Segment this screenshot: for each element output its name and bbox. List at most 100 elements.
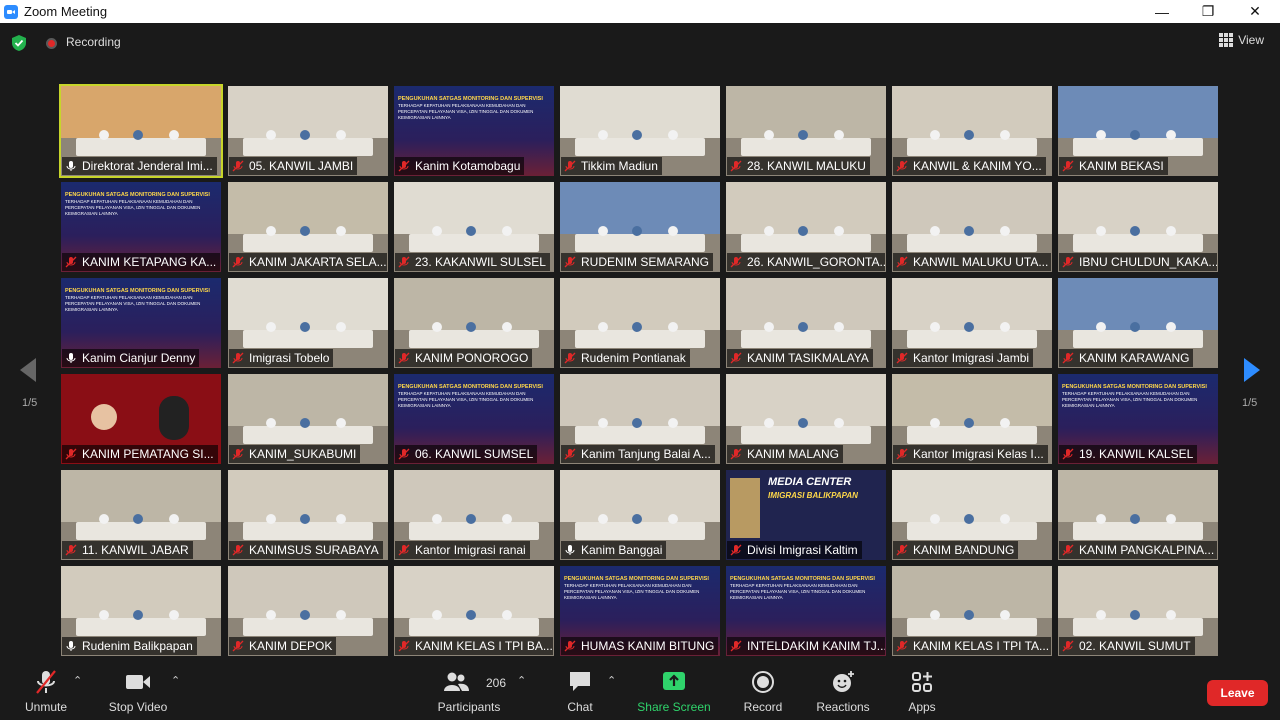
participant-video-tile[interactable]: 26. KANWIL_GORONTA...	[726, 182, 886, 272]
participant-video-tile[interactable]: IBNU CHULDUN_KAKA...	[1058, 182, 1218, 272]
participant-name-label: Kanim Tanjung Balai A...	[561, 445, 715, 463]
window-title: Zoom Meeting	[24, 4, 108, 19]
participant-video-tile[interactable]: PENGUKUHAN SATGAS MONITORING DAN SUPERVI…	[726, 566, 886, 656]
participant-video-tile[interactable]: Direktorat Jenderal Imi...	[59, 84, 223, 178]
participant-video-tile[interactable]: PENGUKUHAN SATGAS MONITORING DAN SUPERVI…	[1058, 374, 1218, 464]
participant-video-tile[interactable]: Imigrasi Tobelo	[228, 278, 388, 368]
participant-video-tile[interactable]: KANIM TASIKMALAYA	[726, 278, 886, 368]
participant-video-tile[interactable]: Kanim Banggai	[560, 470, 720, 560]
previous-page-arrow-icon[interactable]	[16, 355, 40, 385]
participant-video-tile[interactable]: KANWIL MALUKU UTA...	[892, 182, 1052, 272]
presentation-slide-header: PENGUKUHAN SATGAS MONITORING DAN SUPERVI…	[564, 576, 709, 600]
participant-video-tile[interactable]: KANIM PONOROGO	[394, 278, 554, 368]
participant-video-tile[interactable]: KANIM DEPOK	[228, 566, 388, 656]
unmute-button[interactable]: Unmute	[18, 660, 74, 720]
next-page-arrow-icon[interactable]	[1240, 355, 1264, 385]
microphone-muted-icon	[232, 640, 244, 652]
participant-video-tile[interactable]: KANIM PEMATANG SI...	[61, 374, 221, 464]
video-camera-icon	[126, 675, 150, 689]
participant-video-tile[interactable]: KANIM PANGKALPINA...	[1058, 470, 1218, 560]
participant-name-label: Divisi Imigrasi Kaltim	[727, 541, 862, 559]
participant-video-tile[interactable]: Tikkim Madiun	[560, 86, 720, 176]
view-button[interactable]: View	[1219, 33, 1264, 47]
participant-video-tile[interactable]: 28. KANWIL MALUKU	[726, 86, 886, 176]
leave-button[interactable]: Leave	[1207, 680, 1268, 706]
participant-video-tile[interactable]: KANIM MALANG	[726, 374, 886, 464]
record-button[interactable]: Record	[740, 660, 786, 720]
zoom-app-icon	[4, 4, 18, 19]
participant-video-tile[interactable]: 23. KAKANWIL SULSEL	[394, 182, 554, 272]
participant-video-tile[interactable]: Rudenim Pontianak	[560, 278, 720, 368]
microphone-muted-icon	[1062, 544, 1074, 556]
participants-options-caret-icon[interactable]: ⌃	[517, 674, 526, 687]
reactions-button[interactable]: Reactions	[814, 660, 872, 720]
participant-name-label: KANIM JAKARTA SELA...	[229, 253, 387, 271]
participant-video-tile[interactable]: Kantor Imigrasi ranai	[394, 470, 554, 560]
participant-video-tile[interactable]: Rudenim Balikpapan	[61, 566, 221, 656]
minimize-icon[interactable]: —	[1139, 0, 1185, 23]
microphone-muted-icon	[896, 256, 908, 268]
participant-video-tile[interactable]: KANIM_SUKABUMI	[228, 374, 388, 464]
microphone-muted-icon	[564, 640, 576, 652]
recording-indicator-icon	[46, 38, 57, 49]
participants-button[interactable]: Participants	[434, 660, 504, 720]
participant-video-tile[interactable]: KANWIL & KANIM YO...	[892, 86, 1052, 176]
participant-name-label: Kantor Imigrasi Jambi	[893, 349, 1034, 367]
participant-video-tile[interactable]: Kanim Tanjung Balai A...	[560, 374, 720, 464]
participant-name-label: 06. KANWIL SUMSEL	[395, 445, 538, 463]
participant-name-label: Rudenim Balikpapan	[62, 637, 197, 655]
participant-video-tile[interactable]: PENGUKUHAN SATGAS MONITORING DAN SUPERVI…	[61, 278, 221, 368]
participant-name-label: KANIM PONOROGO	[395, 349, 533, 367]
participant-count: 206	[486, 676, 507, 690]
participant-name-label: KANWIL MALUKU UTA...	[893, 253, 1051, 271]
participant-video-tile[interactable]: Kantor Imigrasi Kelas I...	[892, 374, 1052, 464]
participant-name-label: 05. KANWIL JAMBI	[229, 157, 358, 175]
participant-video-tile[interactable]: KANIM KELAS I TPI BA...	[394, 566, 554, 656]
participant-video-tile[interactable]: 05. KANWIL JAMBI	[228, 86, 388, 176]
security-shield-icon[interactable]	[11, 34, 27, 52]
participant-video-tile[interactable]: KANIM BEKASI	[1058, 86, 1218, 176]
participant-video-tile[interactable]: KANIMSUS SURABAYA	[228, 470, 388, 560]
participant-name-label: HUMAS KANIM BITUNG	[561, 637, 719, 655]
restore-icon[interactable]: ❐	[1185, 0, 1231, 23]
share-screen-button[interactable]: Share Screen	[634, 660, 714, 720]
close-icon[interactable]: ✕	[1232, 0, 1278, 23]
microphone-muted-icon	[1062, 448, 1074, 460]
participant-name-label: Imigrasi Tobelo	[229, 349, 334, 367]
microphone-muted-icon	[398, 352, 410, 364]
participant-name-label: KANIM BEKASI	[1059, 157, 1168, 175]
participant-video-tile[interactable]: PENGUKUHAN SATGAS MONITORING DAN SUPERVI…	[560, 566, 720, 656]
share-screen-label: Share Screen	[637, 700, 711, 714]
participant-video-tile[interactable]: KANIM KELAS I TPI TA...	[892, 566, 1052, 656]
participant-video-tile[interactable]: PENGUKUHAN SATGAS MONITORING DAN SUPERVI…	[394, 86, 554, 176]
chat-button[interactable]: Chat	[560, 660, 600, 720]
participant-video-tile[interactable]: KANIM JAKARTA SELA...	[228, 182, 388, 272]
participant-video-tile[interactable]: 02. KANWIL SUMUT	[1058, 566, 1218, 656]
microphone-icon	[565, 545, 575, 555]
microphone-muted-icon	[1062, 256, 1074, 268]
participant-video-tile[interactable]: 11. KANWIL JABAR	[61, 470, 221, 560]
presentation-slide-header: PENGUKUHAN SATGAS MONITORING DAN SUPERVI…	[398, 96, 543, 120]
participant-name-label: 28. KANWIL MALUKU	[727, 157, 870, 175]
participant-video-tile[interactable]: KANIM BANDUNG	[892, 470, 1052, 560]
audio-options-caret-icon[interactable]: ⌃	[73, 674, 82, 687]
microphone-muted-icon	[1062, 160, 1074, 172]
participant-video-tile[interactable]: KANIM KARAWANG	[1058, 278, 1218, 368]
participant-video-tile[interactable]: Kantor Imigrasi Jambi	[892, 278, 1052, 368]
participant-video-tile[interactable]: PENGUKUHAN SATGAS MONITORING DAN SUPERVI…	[394, 374, 554, 464]
participant-name-label: KANWIL & KANIM YO...	[893, 157, 1046, 175]
apps-button[interactable]: Apps	[904, 660, 940, 720]
participant-name-label: Tikkim Madiun	[561, 157, 662, 175]
video-options-caret-icon[interactable]: ⌃	[171, 674, 180, 687]
chat-options-caret-icon[interactable]: ⌃	[607, 674, 616, 687]
microphone-muted-icon	[730, 544, 742, 556]
microphone-muted-icon	[896, 448, 908, 460]
participant-video-tile[interactable]: PENGUKUHAN SATGAS MONITORING DAN SUPERVI…	[61, 182, 221, 272]
participant-name-label: KANIM PANGKALPINA...	[1059, 541, 1217, 559]
stop-video-label: Stop Video	[108, 700, 168, 714]
participant-video-tile[interactable]: MEDIA CENTER IMIGRASI BALIKPAPAN Divisi Im…	[726, 470, 886, 560]
participant-video-tile[interactable]: RUDENIM SEMARANG	[560, 182, 720, 272]
stop-video-button[interactable]: Stop Video	[105, 660, 171, 720]
participant-name-label: 26. KANWIL_GORONTA...	[727, 253, 885, 271]
microphone-muted-icon	[564, 160, 576, 172]
